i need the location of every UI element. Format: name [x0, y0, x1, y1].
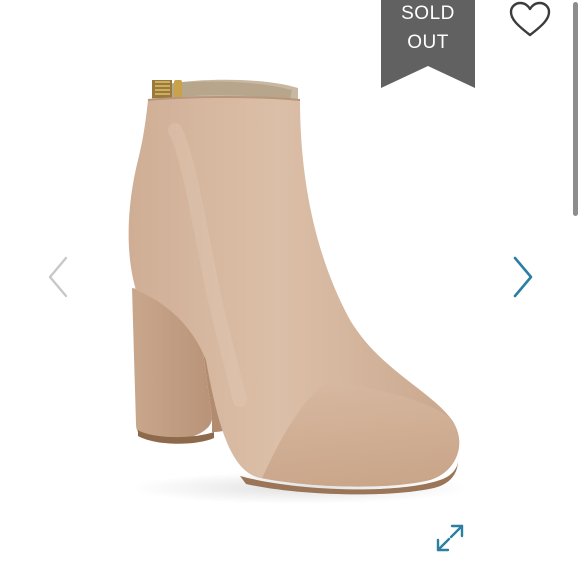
scrollbar[interactable]: [572, 0, 580, 580]
like-button[interactable]: [507, 0, 553, 40]
sold-out-line1: SOLD: [401, 3, 455, 24]
sold-out-line2: OUT: [407, 32, 449, 53]
next-image-button[interactable]: [509, 255, 537, 299]
chevron-right-icon: [513, 256, 533, 298]
expand-arrows-icon: [436, 524, 464, 552]
scrollbar-thumb[interactable]: [573, 2, 578, 216]
chevron-left-icon: [48, 256, 68, 298]
previous-image-button[interactable]: [44, 255, 72, 299]
product-carousel: SOLD OUT: [0, 0, 580, 580]
product-photo-ankle-boot: [128, 79, 470, 504]
heart-outline-icon: [509, 1, 551, 37]
sold-out-badge: SOLD OUT: [381, 0, 475, 88]
expand-image-button[interactable]: [434, 522, 466, 554]
